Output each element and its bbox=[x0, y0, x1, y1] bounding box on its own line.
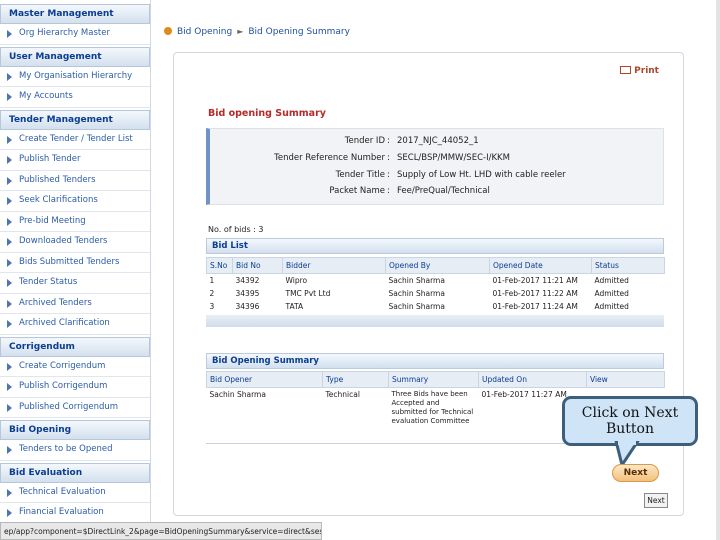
sidebar-item-published-corrigendum[interactable]: Published Corrigendum bbox=[0, 398, 150, 418]
arrow-right-icon bbox=[7, 135, 12, 144]
arrow-right-icon bbox=[7, 238, 12, 246]
sidebar: Master Management Org Hierarchy Master U… bbox=[0, 0, 151, 540]
bullet-icon bbox=[164, 27, 172, 35]
arrow-right-icon bbox=[7, 72, 12, 81]
sidebar-item-tender-status[interactable]: Tender Status bbox=[0, 273, 150, 294]
sidebar-item-create-tender[interactable]: Create Tender / Tender List bbox=[0, 130, 150, 150]
printer-icon bbox=[620, 66, 632, 74]
arrow-right-icon bbox=[7, 30, 12, 38]
column-header: Status bbox=[591, 257, 665, 274]
detail-row-tender-reference: Tender Reference Number: SECL/BSP/MMW/SEC… bbox=[274, 153, 510, 163]
column-header: Bid No bbox=[232, 257, 283, 274]
sidebar-item-seek-clarifications[interactable]: Seek Clarifications bbox=[0, 191, 150, 212]
arrow-right-icon bbox=[7, 197, 12, 205]
table-row: 1 34392 Wipro Sachin Sharma 01-Feb-2017 11:2… bbox=[209, 276, 629, 285]
detail-row-packet-name: Packet Name: Fee/PreQual/Technical bbox=[329, 186, 490, 196]
arrow-right-icon bbox=[7, 279, 12, 287]
arrow-right-icon bbox=[7, 320, 12, 328]
bid-list-header: Bid List bbox=[206, 238, 664, 254]
bid-list-table: S.No Bid No Bidder Opened By Opened Date… bbox=[206, 257, 665, 313]
sidebar-item-publish-corrigendum[interactable]: Publish Corrigendum bbox=[0, 377, 150, 398]
next-button-small[interactable]: Next bbox=[644, 493, 668, 508]
tutorial-callout: Click on Next Button bbox=[562, 396, 698, 446]
sidebar-item-financial-evaluation[interactable]: Financial Evaluation bbox=[0, 503, 150, 524]
table-header-row: Bid Opener Type Summary Updated On View bbox=[206, 371, 665, 388]
detail-row-tender-id: Tender ID:2017_NJC_44052_1 bbox=[344, 136, 479, 146]
table-row: 3 34396 TATA Sachin Sharma 01-Feb-2017 11:24… bbox=[209, 302, 629, 311]
sidebar-item-my-accounts[interactable]: My Accounts bbox=[0, 87, 150, 108]
arrow-right-icon bbox=[7, 383, 12, 391]
sidebar-section-bid-opening: Bid Opening bbox=[0, 420, 150, 440]
breadcrumb-bid-opening-summary: Bid Opening Summary bbox=[248, 27, 350, 37]
bid-opening-summary-header: Bid Opening Summary bbox=[206, 353, 664, 369]
sidebar-item-my-organisation-hierarchy[interactable]: My Organisation Hierarchy bbox=[0, 67, 150, 87]
arrow-right-icon bbox=[7, 488, 12, 497]
column-header: View bbox=[586, 371, 665, 388]
sidebar-item-archived-clarification[interactable]: Archived Clarification bbox=[0, 314, 150, 335]
arrow-right-icon: ► bbox=[237, 27, 244, 36]
column-header: Updated On bbox=[478, 371, 587, 388]
arrow-right-icon bbox=[7, 299, 12, 308]
bid-list-footer bbox=[206, 315, 664, 327]
sidebar-item-org-hierarchy-master[interactable]: Org Hierarchy Master bbox=[0, 24, 150, 45]
print-button[interactable]: Print bbox=[620, 66, 659, 76]
sidebar-item-downloaded-tenders[interactable]: Downloaded Tenders bbox=[0, 232, 150, 253]
arrow-right-icon bbox=[7, 176, 12, 185]
sidebar-section-master-management: Master Management bbox=[0, 4, 150, 24]
next-button[interactable]: Next bbox=[612, 464, 659, 482]
tender-details: Tender ID:2017_NJC_44052_1 Tender Refere… bbox=[206, 128, 664, 205]
sidebar-item-technical-evaluation[interactable]: Technical Evaluation bbox=[0, 483, 150, 503]
column-header: Bid Opener bbox=[206, 371, 323, 388]
arrow-right-icon bbox=[7, 217, 12, 226]
sidebar-section-corrigendum: Corrigendum bbox=[0, 336, 150, 357]
sidebar-section-bid-evaluation: Bid Evaluation bbox=[0, 462, 150, 483]
number-of-bids: No. of bids : 3 bbox=[208, 225, 264, 234]
detail-row-tender-title: Tender Title: Supply of Low Ht. LHD with … bbox=[335, 170, 566, 180]
arrow-right-icon bbox=[7, 362, 12, 371]
arrow-right-icon bbox=[7, 509, 12, 517]
sidebar-item-archived-tenders[interactable]: Archived Tenders bbox=[0, 294, 150, 314]
arrow-right-icon bbox=[7, 93, 12, 101]
table-row: 2 34395 TMC Pvt Ltd Sachin Sharma 01-Feb-201… bbox=[209, 289, 629, 298]
page-title: Bid opening Summary bbox=[208, 108, 326, 119]
sidebar-item-published-tenders[interactable]: Published Tenders bbox=[0, 171, 150, 191]
breadcrumb: Bid Opening ► Bid Opening Summary bbox=[164, 27, 350, 37]
column-header: Bidder bbox=[282, 257, 386, 274]
sidebar-item-pre-bid-meeting[interactable]: Pre-bid Meeting bbox=[0, 212, 150, 232]
sidebar-item-create-corrigendum[interactable]: Create Corrigendum bbox=[0, 357, 150, 377]
sidebar-item-bids-submitted-tenders[interactable]: Bids Submitted Tenders bbox=[0, 253, 150, 273]
column-header: S.No bbox=[206, 257, 233, 274]
scrollbar-edge bbox=[716, 0, 720, 540]
sidebar-section-user-management: User Management bbox=[0, 46, 150, 67]
arrow-right-icon bbox=[7, 258, 12, 267]
arrow-right-icon bbox=[7, 403, 12, 412]
sidebar-item-tenders-to-be-opened[interactable]: Tenders to be Opened bbox=[0, 440, 150, 461]
column-header: Opened Date bbox=[489, 257, 592, 274]
sidebar-section-tender-management: Tender Management bbox=[0, 109, 150, 130]
table-header-row: S.No Bid No Bidder Opened By Opened Date… bbox=[206, 257, 665, 274]
column-header: Opened By bbox=[385, 257, 490, 274]
column-header: Summary bbox=[388, 371, 479, 388]
summary-panel: Print Bid opening Summary Tender ID:2017… bbox=[173, 52, 684, 516]
column-header: Type bbox=[322, 371, 389, 388]
arrow-right-icon bbox=[7, 446, 12, 454]
screen: Master Management Org Hierarchy Master U… bbox=[0, 0, 720, 540]
sidebar-item-publish-tender[interactable]: Publish Tender bbox=[0, 150, 150, 171]
status-bar-url: ep/app?component=$DirectLink_2&page=BidO… bbox=[0, 522, 322, 540]
breadcrumb-bid-opening[interactable]: Bid Opening bbox=[177, 27, 232, 37]
arrow-right-icon bbox=[7, 156, 12, 164]
